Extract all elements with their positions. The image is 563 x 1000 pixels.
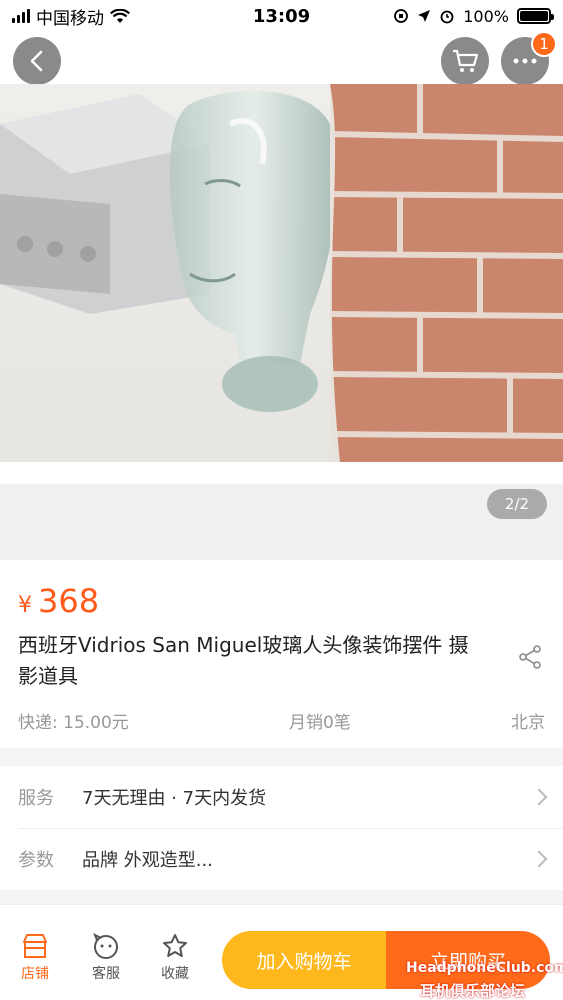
signal-icon (12, 9, 30, 23)
service-label: 服务 (18, 788, 54, 809)
product-title: 西班牙Vidrios San Miguel玻璃人头像装饰摆件 摄影道具 (18, 633, 469, 688)
gallery-strip: 2/2 (0, 462, 563, 560)
nav-bar: 1 (0, 31, 563, 88)
location-icon (418, 10, 431, 22)
product-meta: 快递: 15.00元 月销0笔 北京 (18, 708, 545, 733)
shop-icon (23, 934, 47, 958)
shop-label: 店铺 (21, 966, 49, 982)
service-row[interactable]: 服务 7天无理由 · 7天内发货 (18, 766, 548, 828)
battery-fill (520, 11, 548, 21)
params-value: 品牌 外观造型... (82, 850, 213, 871)
add-to-cart-button[interactable]: 加入购物车 (222, 931, 386, 989)
shop-button[interactable]: 店铺 (10, 933, 60, 983)
price: ¥ 368 (18, 582, 99, 620)
gallery-placeholder (0, 484, 563, 560)
product-photo (0, 84, 563, 462)
cart-button[interactable] (441, 37, 489, 85)
status-right: 100% (351, 6, 554, 26)
alarm-icon (440, 10, 454, 24)
shipping-fee: 快递: 15.00元 (18, 713, 129, 733)
favorite-button[interactable]: 收藏 (150, 933, 200, 983)
status-bar: 中国移动 13:09 100% (0, 0, 563, 32)
product-info: ¥ 368 西班牙Vidrios San Miguel玻璃人头像装饰摆件 摄影道… (0, 560, 563, 748)
ship-location: 北京 (510, 713, 545, 733)
chevron-right-icon (530, 850, 548, 868)
params-label: 参数 (18, 850, 54, 871)
battery-icon (517, 8, 554, 24)
share-button[interactable] (517, 644, 543, 670)
battery-percent: 100% (463, 6, 509, 26)
star-icon (163, 934, 187, 957)
back-button[interactable] (13, 37, 61, 85)
currency-symbol: ¥ (18, 593, 32, 618)
product-image[interactable] (0, 84, 563, 462)
chevron-right-icon (530, 788, 548, 806)
status-time: 13:09 (252, 5, 311, 27)
params-row[interactable]: 参数 品牌 外观造型... (18, 828, 548, 890)
service-value: 7天无理由 · 7天内发货 (82, 788, 267, 809)
watermark-line2: 耳机俱乐部论坛 (420, 982, 526, 1000)
chat-face-icon (93, 933, 118, 959)
wifi-icon (110, 8, 130, 23)
cart-icon (453, 49, 479, 72)
chevron-left-icon (30, 50, 43, 72)
share-icon (519, 645, 541, 669)
customer-service-button[interactable]: 客服 (81, 933, 131, 983)
gallery-page-indicator: 2/2 (487, 489, 547, 519)
status-left: 中国移动 (12, 4, 212, 29)
watermark-line1: HeadphoneClub.com (406, 960, 563, 976)
service-label: 客服 (92, 966, 120, 982)
services-section: 服务 7天无理由 · 7天内发货 参数 品牌 外观造型... (0, 766, 563, 890)
more-button[interactable]: 1 (501, 31, 557, 85)
carrier-label: 中国移动 (36, 8, 104, 29)
monthly-sales: 月销0笔 (288, 713, 351, 733)
orientation-lock-icon (394, 9, 409, 23)
favorite-label: 收藏 (161, 966, 189, 982)
price-value: 368 (38, 582, 100, 620)
notification-badge: 1 (531, 31, 557, 57)
more-dots-icon (513, 58, 537, 64)
